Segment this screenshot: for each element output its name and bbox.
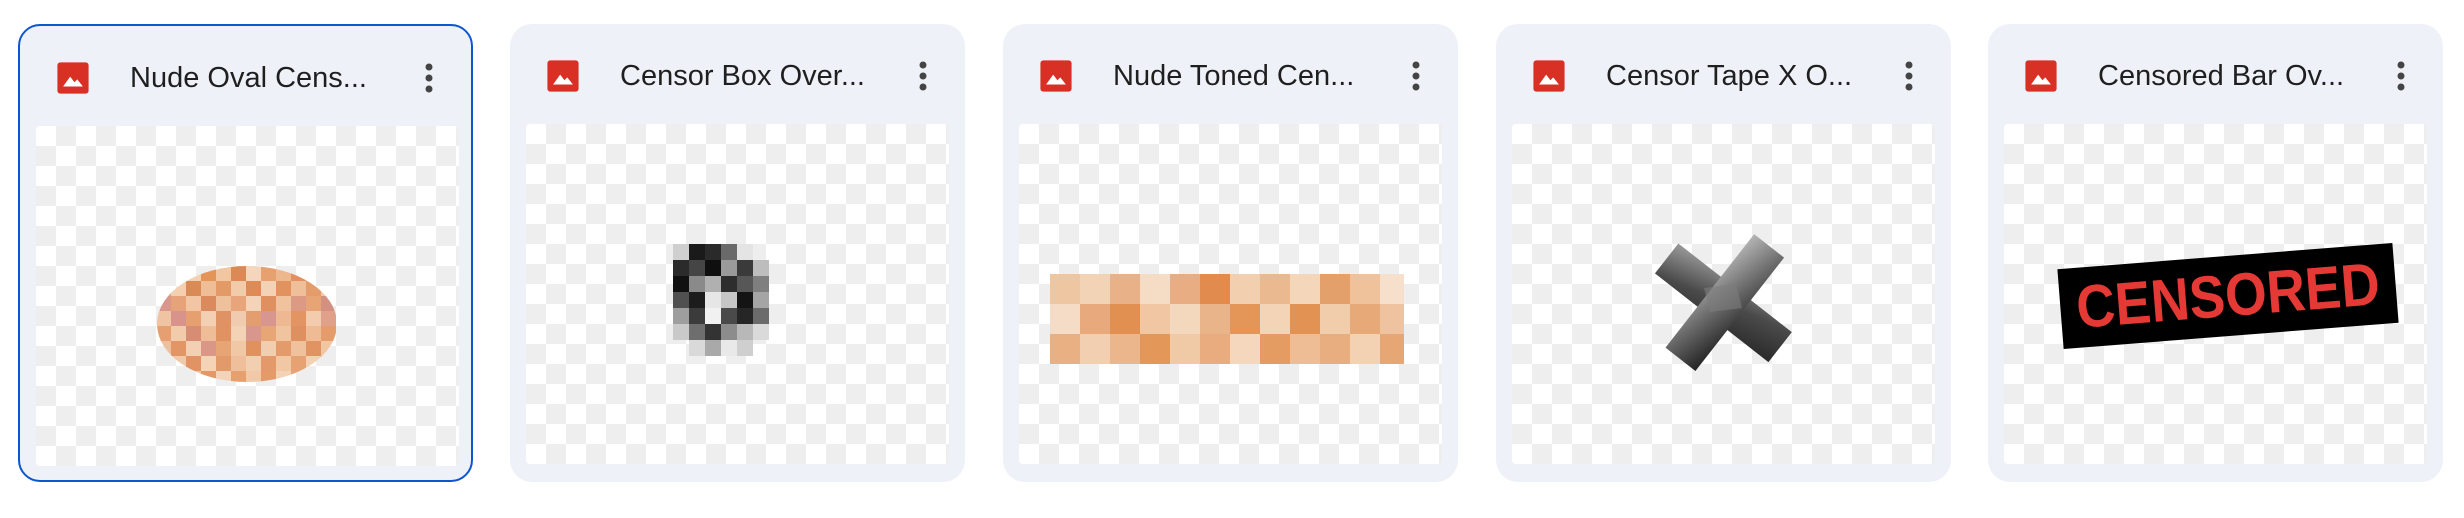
- image-file-icon: [2025, 60, 2057, 92]
- more-options-button[interactable]: [2379, 54, 2423, 98]
- file-card-header: Censor Box Over...: [510, 24, 965, 124]
- file-name: Nude Oval Cens...: [130, 62, 367, 94]
- censored-bar-image: CENSORED: [2057, 242, 2399, 350]
- file-thumbnail[interactable]: [36, 126, 459, 466]
- file-name: Nude Toned Cen...: [1113, 60, 1355, 92]
- more-options-button[interactable]: [1394, 54, 1438, 98]
- more-vert-icon: [1905, 61, 1913, 91]
- file-card-header: Censor Tape X O...: [1496, 24, 1951, 124]
- more-vert-icon: [425, 63, 433, 93]
- file-card-header: Nude Oval Cens...: [20, 26, 471, 126]
- file-card-header: Censored Bar Ov...: [1988, 24, 2443, 124]
- file-thumbnail[interactable]: [1512, 124, 1935, 464]
- file-grid: Nude Oval Cens... Censor Box Over... Nud…: [18, 24, 2448, 484]
- file-thumbnail[interactable]: [1019, 124, 1442, 464]
- file-card[interactable]: Censor Box Over...: [510, 24, 965, 482]
- file-name: Censor Box Over...: [620, 60, 865, 92]
- image-file-icon: [547, 60, 579, 92]
- file-card-header: Nude Toned Cen...: [1003, 24, 1458, 124]
- image-file-icon: [1533, 60, 1565, 92]
- file-name: Censored Bar Ov...: [2098, 60, 2345, 92]
- more-options-button[interactable]: [1887, 54, 1931, 98]
- file-card[interactable]: Censor Tape X O...: [1496, 24, 1951, 482]
- file-thumbnail[interactable]: CENSORED: [2004, 124, 2427, 464]
- image-file-icon: [1040, 60, 1072, 92]
- image-file-icon: [57, 62, 89, 94]
- file-name: Censor Tape X O...: [1606, 60, 1853, 92]
- more-options-button[interactable]: [901, 54, 945, 98]
- toned-pixel-bar-image: [1050, 274, 1404, 364]
- file-thumbnail[interactable]: [526, 124, 949, 464]
- file-card[interactable]: Nude Toned Cen...: [1003, 24, 1458, 482]
- file-card[interactable]: Nude Oval Cens...: [18, 24, 473, 482]
- more-options-button[interactable]: [407, 56, 451, 100]
- grayscale-pixel-censor-image: [673, 244, 769, 356]
- tape-x-image: [1654, 234, 1792, 372]
- more-vert-icon: [1412, 61, 1420, 91]
- more-vert-icon: [919, 61, 927, 91]
- oval-pixel-censor-image: [157, 266, 336, 382]
- file-card[interactable]: Censored Bar Ov... CENSORED: [1988, 24, 2443, 482]
- more-vert-icon: [2397, 61, 2405, 91]
